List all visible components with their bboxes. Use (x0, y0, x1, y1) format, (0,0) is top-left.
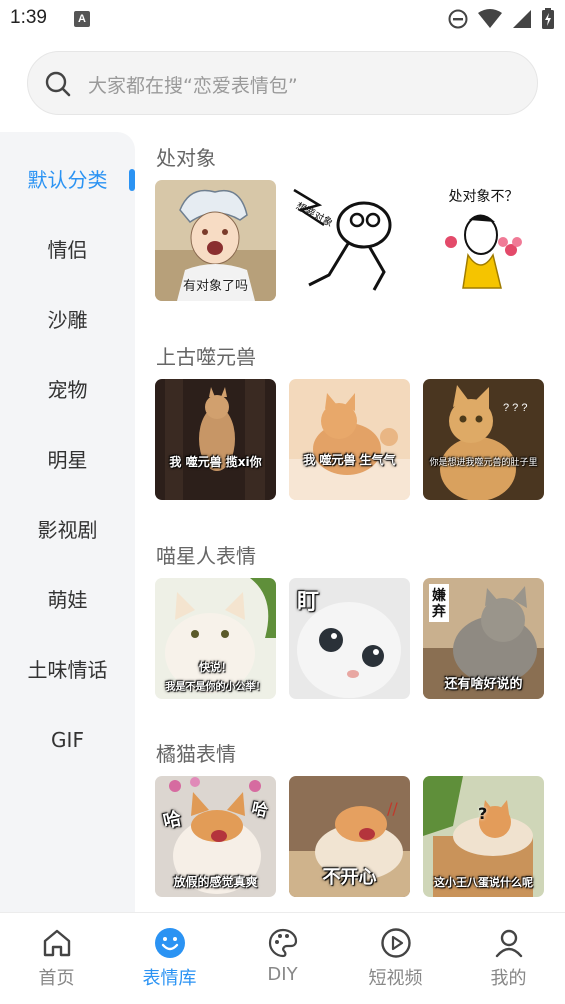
sidebar-item-pets[interactable]: 宠物 (0, 365, 135, 415)
sidebar-item-stars[interactable]: 明星 (0, 435, 135, 485)
section-title: 喵星人表情 (156, 544, 256, 568)
nav-profile[interactable]: 我的 (452, 913, 565, 1004)
nav-home-label: 首页 (38, 968, 75, 989)
play-icon (381, 928, 411, 958)
sticker-tile[interactable]: 嫌弃 还有啥好说的 (423, 578, 544, 699)
section-title: 橘猫表情 (156, 742, 236, 766)
cat-photo-image (289, 379, 410, 500)
sticker-caption-line2: 我是不是你的小公举！ (165, 682, 266, 693)
sticker-caption: 放假的感觉真爽 (173, 875, 258, 889)
sidebar-item-cheesy[interactable]: 土味情话 (0, 645, 135, 695)
cat-photo-image (155, 379, 276, 500)
do-not-disturb-icon (447, 8, 469, 30)
search-bar[interactable]: 大家都在搜“恋爱表情包” (27, 51, 538, 115)
nav-profile-label: 我的 (490, 968, 527, 989)
sticker-caption: 不开心 (322, 867, 377, 888)
sticker-tile[interactable]: 盯 (289, 578, 410, 699)
sticker-caption: 还有啥好说的 (444, 677, 523, 692)
signal-icon (511, 8, 533, 30)
cat-photo-image: ? ? ? (423, 379, 544, 500)
palette-icon (268, 928, 298, 958)
sticker-tile[interactable]: 我 噬元兽 揽xi你 (155, 379, 276, 500)
sticker-tile[interactable]: 有对象了吗 (155, 180, 276, 301)
sticker-caption: 有对象了吗 (182, 279, 248, 294)
sticker-tile[interactable]: 想要对象 (289, 180, 410, 301)
doodle-sketch-image (289, 180, 410, 301)
nav-diy[interactable]: DIY (226, 913, 339, 1004)
section-title: 处对象 (156, 146, 216, 170)
sticker-tile[interactable]: 处对象不？ (423, 180, 544, 301)
notification-a-icon: A (74, 11, 90, 27)
sticker-side-caption: 嫌弃 (432, 588, 446, 620)
home-icon (43, 929, 71, 957)
sidebar-item-funny[interactable]: 沙雕 (0, 295, 135, 345)
status-bar: 1:39 A (0, 0, 565, 38)
sidebar-item-gif[interactable]: GIF (0, 715, 135, 765)
nav-emoji-library-label: 表情库 (142, 968, 197, 989)
nav-home[interactable]: 首页 (0, 913, 113, 1004)
sidebar-item-movies[interactable]: 影视剧 (0, 505, 135, 555)
sticker-tile[interactable]: ? 这小王八蛋说什么呢 (423, 776, 544, 897)
svg-text://: // (387, 799, 398, 818)
svg-text:? ? ?: ? ? ? (503, 402, 527, 414)
sticker-tile[interactable]: 我 噬元兽 生气气 (289, 379, 410, 500)
sticker-caption: 你是想进我噬元兽的肚子里 (429, 458, 538, 468)
search-icon[interactable] (44, 70, 72, 102)
sticker-caption: 我 噬元兽 揽xi你 (169, 455, 262, 469)
smile-icon (155, 928, 185, 958)
sidebar-item-default[interactable]: 默认分类 (0, 155, 135, 205)
nav-short-video-label: 短视频 (368, 968, 423, 989)
nav-emoji-library[interactable]: 表情库 (113, 913, 226, 1004)
sticker-caption-line1: 快说！ (199, 661, 232, 674)
sticker-tile[interactable]: ? ? ? 你是想进我噬元兽的肚子里 (423, 379, 544, 500)
sticker-tile[interactable]: 哈 哈 放假的感觉真爽 (155, 776, 276, 897)
sticker-mark: ? (478, 804, 488, 823)
category-sidebar: 默认分类 情侣 沙雕 宠物 明星 影视剧 萌娃 土味情话 GIF (0, 132, 135, 912)
sticker-caption: 我 噬元兽 生气气 (303, 453, 396, 467)
status-time: 1:39 (10, 7, 47, 28)
user-icon (495, 929, 523, 958)
nav-short-video[interactable]: 短视频 (339, 913, 452, 1004)
battery-icon (541, 8, 555, 30)
sticker-caption: 这小王八蛋说什么呢 (434, 876, 533, 889)
bottom-navigation: 首页 表情库 DIY 短视频 我的 (0, 912, 565, 1004)
active-indicator (129, 169, 135, 191)
sticker-tile[interactable]: // 不开心 (289, 776, 410, 897)
wifi-icon (477, 8, 503, 30)
search-placeholder[interactable]: 大家都在搜“恋爱表情包” (88, 71, 298, 98)
nav-diy-label: DIY (267, 964, 298, 985)
section-title: 上古噬元兽 (156, 345, 256, 369)
sticker-caption: 盯 (297, 590, 320, 615)
sidebar-item-babies[interactable]: 萌娃 (0, 575, 135, 625)
sticker-caption: 处对象不？ (448, 189, 519, 205)
sticker-tile[interactable]: 快说！ 我是不是你的小公举！ (155, 578, 276, 699)
sidebar-item-couple[interactable]: 情侣 (0, 225, 135, 275)
